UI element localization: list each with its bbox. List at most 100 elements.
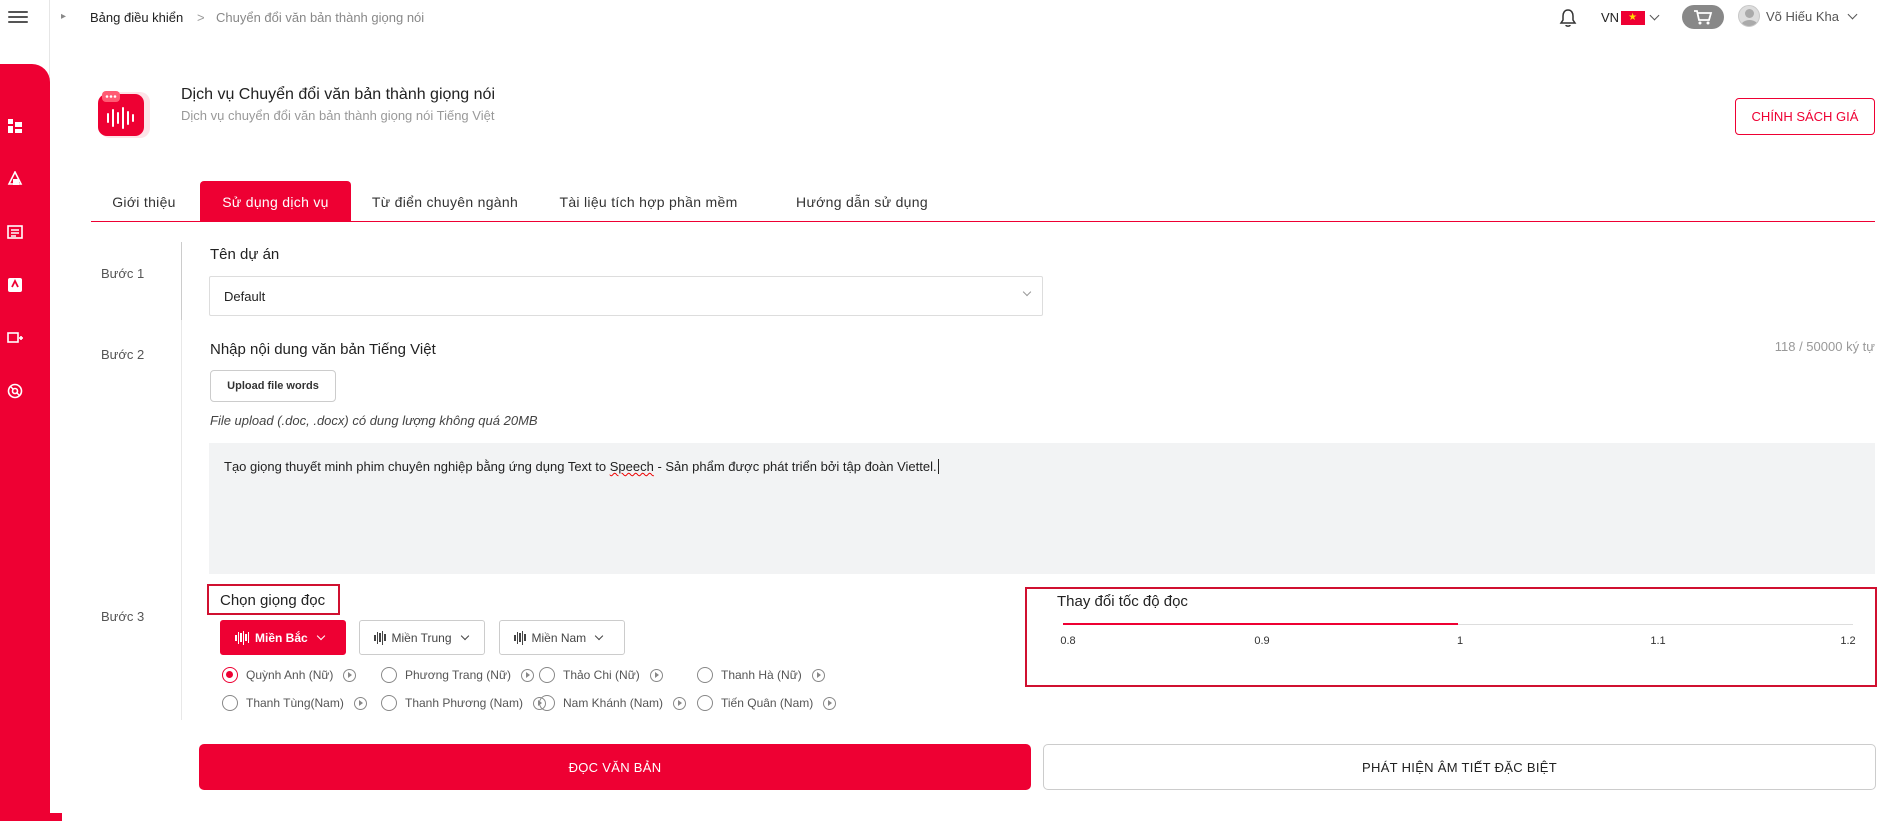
region-central-button[interactable]: Miền Trung [359,620,485,655]
read-text-button[interactable]: ĐỌC VĂN BẢN [199,744,1031,790]
text-input-label: Nhập nội dung văn bản Tiếng Việt [210,341,436,358]
speed-slider-fill[interactable] [1063,623,1458,625]
voice-option-thanh-tung[interactable]: Thanh Tùng(Nam) [222,695,367,711]
voice-label: Thanh Phương (Nam) [405,696,523,710]
tab-user-guide[interactable]: Hướng dẫn sử dụng [776,181,948,222]
notification-bell-icon[interactable] [1559,8,1577,28]
user-menu[interactable]: Võ Hiếu Kha [1738,5,1858,27]
tab-bar: Giới thiệu Sử dụng dịch vụ Từ điển chuyê… [91,181,1875,222]
voice-option-quynh-anh[interactable]: Quỳnh Anh (Nữ) [222,667,357,683]
play-icon[interactable] [520,668,534,682]
page-title: Dịch vụ Chuyển đổi văn bản thành giọng n… [181,86,495,103]
play-icon[interactable] [343,668,357,682]
voice-selection-highlight: Chọn giọng đọc [207,584,340,615]
project-select-value: Default [224,288,266,304]
voice-label: Tiến Quân (Nam) [721,696,814,710]
service-icon[interactable] [6,276,24,294]
breadcrumb-current: Chuyển đổi văn bản thành giọng nói [216,10,425,25]
voice-option-phuong-trang[interactable]: Phương Trang (Nữ) [381,667,534,683]
radio-unselected[interactable] [222,695,238,711]
region-north-label: Miền Bắc [255,630,308,645]
region-south-button[interactable]: Miền Nam [499,620,625,655]
voice-label: Phương Trang (Nữ) [405,668,511,682]
audio-wave-icon [235,630,249,645]
radio-unselected[interactable] [539,667,555,683]
language-code: VN [1601,10,1620,25]
breadcrumb-separator: > [197,10,205,25]
step-divider [181,320,182,720]
play-icon[interactable] [353,696,367,710]
voice-option-thanh-ha[interactable]: Thanh Hà (Nữ) [697,667,825,683]
text-content-part: Tạo giọng thuyết minh phim chuyên nghiệp… [224,459,610,474]
radio-selected[interactable] [222,667,238,683]
breadcrumb-home[interactable]: Bảng điều khiển [90,10,183,25]
speed-tick: 0.9 [1254,635,1270,647]
step-2-label: Bước 2 [101,347,145,362]
support-icon[interactable] [6,382,24,400]
chevron-down-icon [1847,9,1858,19]
tab-introduction[interactable]: Giới thiệu [91,181,197,222]
voice-option-thanh-phuong[interactable]: Thanh Phương (Nam) [381,695,546,711]
pricing-policy-button[interactable]: CHÍNH SÁCH GIÁ [1735,98,1875,135]
chevron-down-icon [316,631,325,641]
voice-option-thao-chi[interactable]: Thảo Chi (Nữ) [539,667,663,683]
chevron-down-icon [460,631,469,641]
region-north-button[interactable]: Miền Bắc [220,620,346,655]
radio-unselected[interactable] [381,667,397,683]
region-central-label: Miền Trung [391,630,452,645]
device-icon[interactable] [6,329,24,347]
radio-unselected[interactable] [697,667,713,683]
page-subtitle: Dịch vụ chuyển đổi văn bản thành giọng n… [181,108,495,123]
radio-unselected[interactable] [539,695,555,711]
region-south-label: Miền Nam [531,630,587,645]
shapes-icon[interactable] [6,170,24,188]
play-icon[interactable] [823,696,837,710]
voice-label: Thanh Hà (Nữ) [721,668,802,682]
sidebar-nav [0,64,50,821]
voice-selection-label: Chọn giọng đọc [220,592,326,609]
tab-integration-docs[interactable]: Tài liệu tích hợp phần mềm [546,181,751,222]
speed-control-highlight: Thay đổi tốc độ đọc 0.8 0.9 1 1.1 1.2 [1025,587,1877,687]
speed-title: Thay đổi tốc độ đọc [1057,593,1188,610]
step-1-label: Bước 1 [101,266,145,281]
text-cursor [937,459,939,474]
radio-unselected[interactable] [697,695,713,711]
chevron-down-icon [1022,287,1032,297]
voice-option-tien-quan[interactable]: Tiến Quân (Nam) [697,695,837,711]
text-content-area[interactable]: Tạo giọng thuyết minh phim chuyên nghiệp… [209,443,1875,574]
play-icon[interactable] [811,668,825,682]
collapse-caret-icon[interactable]: ▸ [61,11,69,23]
play-icon[interactable] [673,696,687,710]
language-selector[interactable]: VN [1601,10,1660,25]
detect-special-syllables-button[interactable]: PHÁT HIỆN ÂM TIẾT ĐẶC BIỆT [1043,744,1876,790]
user-name: Võ Hiếu Kha [1766,8,1839,24]
voice-label: Thanh Tùng(Nam) [246,696,344,710]
speed-tick: 1.2 [1840,635,1856,647]
avatar [1738,5,1760,27]
project-select[interactable]: Default [209,276,1043,316]
voice-option-nam-khanh[interactable]: Nam Khánh (Nam) [539,695,687,711]
audio-wave-icon [374,630,386,645]
dashboard-icon[interactable] [6,117,24,135]
tab-dictionary[interactable]: Từ điển chuyên ngành [359,181,531,222]
chevron-down-icon [594,631,604,641]
project-name-label: Tên dự án [210,246,280,263]
hamburger-menu-icon[interactable] [8,8,28,28]
tab-use-service[interactable]: Sử dụng dịch vụ [200,181,351,222]
speed-tick: 1 [1456,635,1464,647]
audio-wave-icon [514,630,526,645]
step-divider [181,242,182,320]
voice-label: Thảo Chi (Nữ) [563,668,640,682]
step-3-label: Bước 3 [101,609,145,624]
play-icon[interactable] [649,668,663,682]
top-bar: ▸ Bảng điều khiển > Chuyển đổi văn bản t… [51,0,1885,36]
text-content-part: - Sản phẩm được phát triển bởi tập đoàn … [653,459,937,474]
sidebar [0,0,50,821]
radio-unselected[interactable] [381,695,397,711]
cart-button[interactable] [1682,5,1724,29]
upload-file-button[interactable]: Upload file words [210,370,336,402]
vietnam-flag-icon [1621,10,1646,25]
document-icon[interactable] [6,223,24,241]
character-count: 118 / 50000 ký tự [1774,339,1875,354]
upload-note: File upload (.doc, .docx) có dung lượng … [210,413,538,428]
